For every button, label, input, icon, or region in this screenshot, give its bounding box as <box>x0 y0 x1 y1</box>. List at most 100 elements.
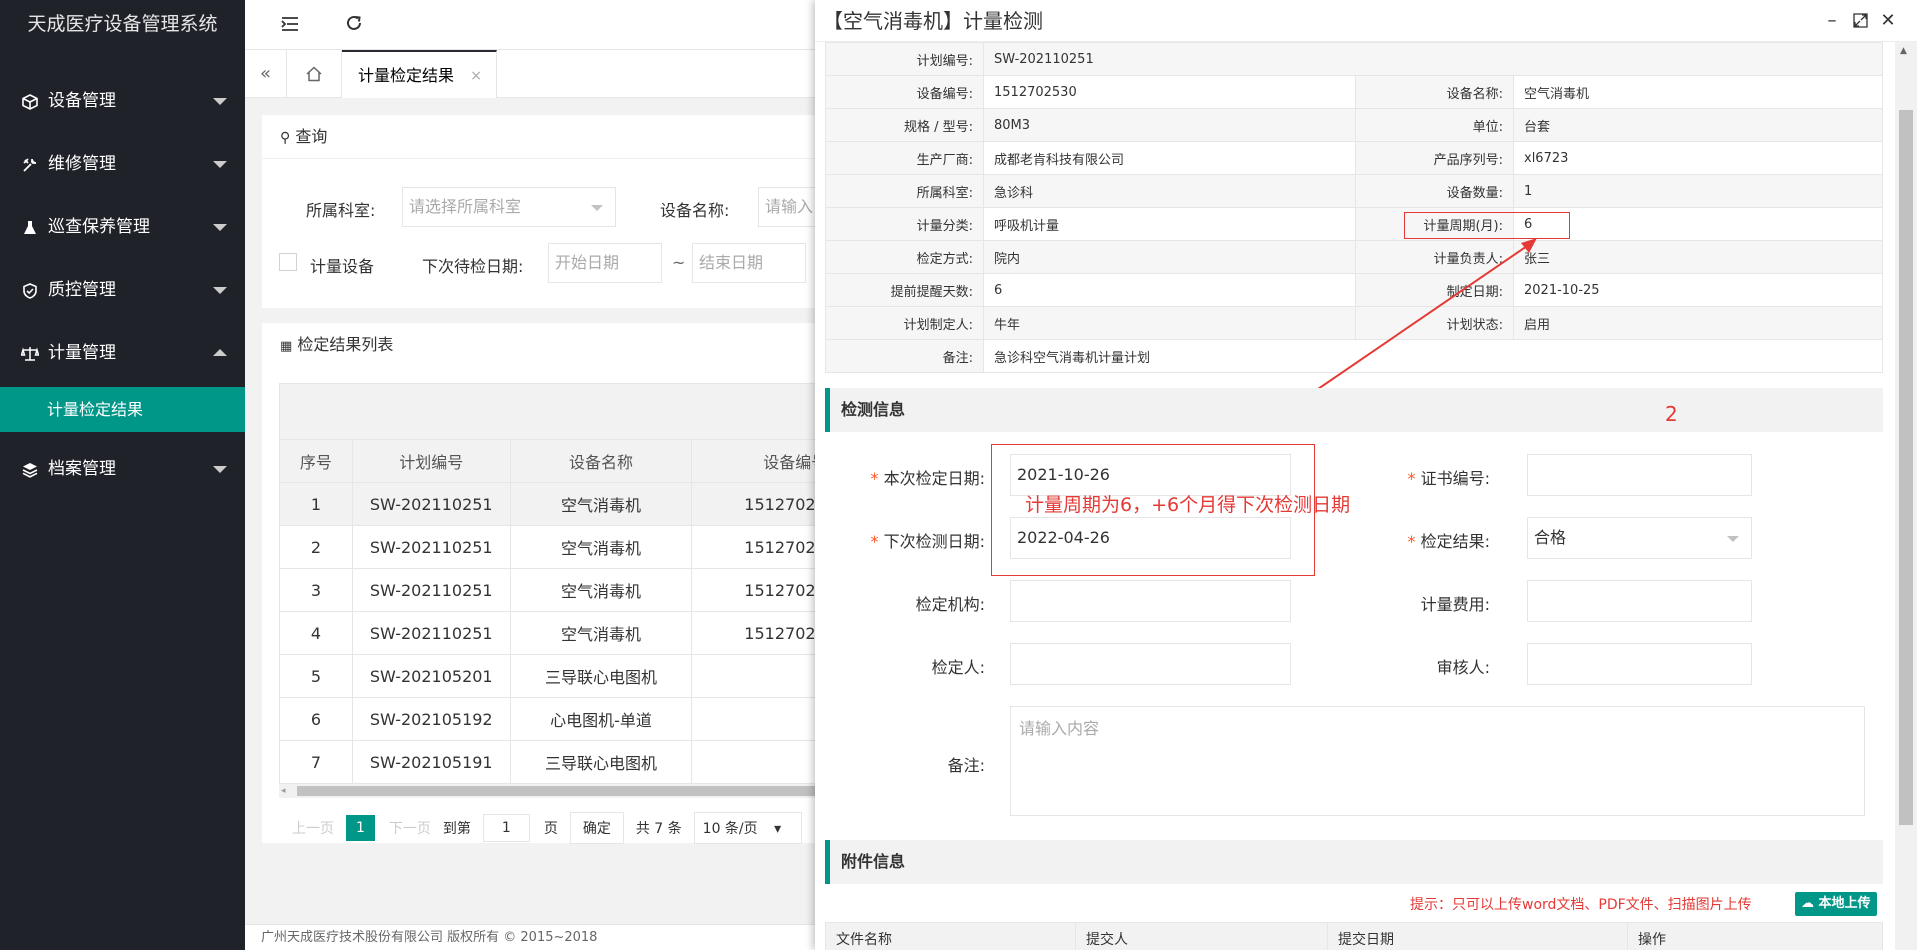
info-label: 设备名称: <box>1355 75 1514 109</box>
info-label: 计划编号: <box>825 42 984 76</box>
list-title: ▦ 检定结果列表 <box>262 323 822 367</box>
remark-textarea[interactable]: 请输入内容 <box>1010 706 1865 816</box>
menu-toggle-icon[interactable] <box>277 12 303 38</box>
info-row: 设备编号: 1512702530 设备名称: 空气消毒机 <box>825 75 1883 109</box>
col-header[interactable]: 提交人 <box>1075 922 1328 950</box>
prev-page-button[interactable]: 上一页 <box>292 818 334 838</box>
info-label: 提前提醒天数: <box>825 273 984 307</box>
reviewer-input[interactable] <box>1527 643 1752 685</box>
col-header[interactable]: 设备编号 <box>691 439 822 483</box>
table-row[interactable]: 1SW-202110251空气消毒机1512702530 <box>279 482 822 526</box>
result-label-text: 检定结果: <box>1420 532 1490 551</box>
col-header[interactable]: 文件名称 <box>825 922 1076 950</box>
dept-placeholder: 请选择所属科室 <box>409 197 522 216</box>
cell: 空气消毒机 <box>509 611 693 655</box>
table-header-row: 序号 计划编号 设备名称 设备编号 <box>279 439 822 483</box>
result-select[interactable]: 合格 <box>1527 517 1752 559</box>
device-name-input[interactable]: 请输入 <box>758 187 822 227</box>
scroll-up-icon[interactable]: ▲ <box>1900 46 1907 56</box>
scrollbar-thumb[interactable] <box>297 786 817 796</box>
result-label: * 检定结果: <box>1335 528 1491 552</box>
info-row: 所属科室: 急诊科 设备数量: 1 <box>825 174 1883 208</box>
next-page-button[interactable]: 下一页 <box>389 818 431 838</box>
info-value: 2021-10-25 <box>1513 273 1883 307</box>
dialog-title: 【空气消毒机】计量检测 <box>815 0 1917 42</box>
sidebar-item-label: 维修管理 <box>48 154 116 174</box>
scale-icon <box>20 346 40 362</box>
info-label: 备注: <box>825 339 984 373</box>
col-header[interactable]: 设备名称 <box>509 439 693 483</box>
table-row[interactable]: 7 SW-202105191 三导联心电图机 <box>279 740 822 784</box>
refresh-icon[interactable] <box>341 12 367 38</box>
scrollbar-thumb[interactable] <box>1899 110 1913 825</box>
search-icon: ⚲ <box>280 130 291 146</box>
horizontal-scrollbar[interactable]: ◂ <box>279 784 822 798</box>
cell: 1512702528 <box>691 568 822 612</box>
cert-no-input[interactable] <box>1527 454 1752 496</box>
cell: 6 <box>279 697 353 741</box>
cell: SW-202105201 <box>351 654 511 698</box>
tab-metrology-result[interactable]: 计量检定结果 × <box>342 50 497 98</box>
table-row[interactable]: 3SW-202110251空气消毒机1512702528 <box>279 568 822 612</box>
table-row[interactable]: 4SW-202110251空气消毒机1512702487 <box>279 611 822 655</box>
home-icon[interactable] <box>287 50 342 98</box>
reviewer-label: 审核人: <box>1436 658 1490 677</box>
this-date-label: * 本次检定日期: <box>835 465 986 489</box>
maximize-icon[interactable] <box>1849 10 1871 33</box>
dept-select[interactable]: 请选择所属科室 <box>402 187 616 227</box>
page-size-value: 10 条/页 <box>702 821 758 837</box>
info-value: xl6723 <box>1513 141 1883 175</box>
cell: 空气消毒机 <box>509 568 693 612</box>
table-row[interactable]: 2SW-202110251空气消毒机1512702529 <box>279 525 822 569</box>
cell: 2 <box>279 525 353 569</box>
cell: 5 <box>279 654 353 698</box>
page-unit-label: 页 <box>543 821 558 837</box>
col-header[interactable]: 序号 <box>279 439 353 483</box>
close-icon[interactable]: × <box>470 52 482 100</box>
sidebar-subitem-result[interactable]: 计量检定结果 <box>0 387 245 432</box>
sidebar-item-metrology[interactable]: 计量管理 <box>0 322 245 385</box>
table-row[interactable]: 5 SW-202105201 三导联心电图机 <box>279 654 822 698</box>
col-header[interactable]: 操作 <box>1627 922 1883 950</box>
sidebar-item-inspection[interactable]: 巡查保养管理 <box>0 196 245 259</box>
tabs-prev-icon[interactable]: « <box>245 50 287 98</box>
info-value: 张三 <box>1513 240 1883 274</box>
info-label: 设备编号: <box>825 75 984 109</box>
scroll-left-icon[interactable]: ◂ <box>281 786 289 796</box>
vertical-scrollbar[interactable]: ▲ <box>1895 42 1917 950</box>
attach-header-row: 文件名称 提交人 提交日期 操作 <box>825 922 1883 950</box>
col-header[interactable]: 计划编号 <box>351 439 511 483</box>
checker-input[interactable] <box>1010 643 1291 685</box>
fee-input[interactable] <box>1527 580 1752 622</box>
page-1-button[interactable]: 1 <box>346 815 375 841</box>
required-mark: * <box>870 532 879 551</box>
goto-label: 到第 <box>442 821 471 837</box>
next-date-label: 下次待检日期: <box>422 257 524 276</box>
sidebar-item-repair[interactable]: 维修管理 <box>0 133 245 196</box>
goto-confirm-button[interactable]: 确定 <box>569 812 624 844</box>
info-row: 规格 / 型号: 80M3 单位: 台套 <box>825 108 1883 142</box>
org-input[interactable] <box>1010 580 1291 622</box>
chevron-down-icon <box>213 161 227 168</box>
table-row[interactable]: 6 SW-202105192 心电图机-单道 <box>279 697 822 741</box>
chevron-down-icon <box>213 98 227 105</box>
col-header[interactable]: 提交日期 <box>1327 922 1628 950</box>
next-date-label: * 下次检测日期: <box>835 528 986 552</box>
start-date-input[interactable]: 开始日期 <box>548 243 662 283</box>
table-icon: ▦ <box>280 339 293 354</box>
info-label: 检定方式: <box>825 240 984 274</box>
metrology-checkbox[interactable] <box>279 253 297 271</box>
goto-page-input[interactable]: 1 <box>482 814 530 842</box>
minimize-icon[interactable]: – <box>1821 10 1843 31</box>
sidebar-item-device[interactable]: 设备管理 <box>0 70 245 133</box>
close-icon[interactable]: ✕ <box>1877 10 1899 31</box>
page-size-select[interactable]: 10 条/页 ▾ <box>693 812 803 844</box>
upload-button[interactable]: ☁ 本地上传 <box>1795 892 1877 916</box>
cell: SW-202110251 <box>351 611 511 655</box>
sidebar-item-quality[interactable]: 质控管理 <box>0 259 245 322</box>
sidebar-item-archive[interactable]: 档案管理 <box>0 438 245 501</box>
end-date-input[interactable]: 结束日期 <box>692 243 806 283</box>
cell <box>691 740 822 784</box>
result-list-card: ▦ 检定结果列表 序号 计划编号 设备名称 设备编号 1 SW-202110251… <box>262 323 839 844</box>
required-mark: * <box>1407 532 1416 551</box>
